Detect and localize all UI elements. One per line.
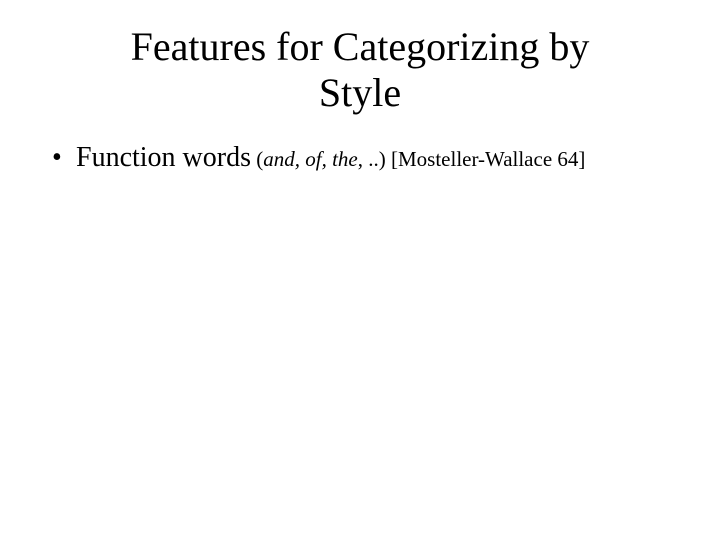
bullet-lead: Function words (76, 142, 251, 173)
bullet-item-1: Function words (and, of, the, ..) [Moste… (48, 140, 672, 175)
bullet-dots: , .. (358, 147, 379, 171)
slide: Features for Categorizing by Style Funct… (0, 0, 720, 540)
bullet-examples: and, of, the (263, 147, 358, 171)
bullet-citation: [Mosteller-Wallace 64] (391, 147, 585, 171)
paren-close: ) (379, 147, 391, 171)
title-line-2: Style (319, 70, 401, 115)
bullet-list: Function words (and, of, the, ..) [Moste… (48, 140, 672, 175)
slide-title: Features for Categorizing by Style (0, 0, 720, 116)
title-line-1: Features for Categorizing by (131, 24, 590, 69)
paren-open: ( (251, 147, 263, 171)
slide-body: Function words (and, of, the, ..) [Moste… (0, 116, 720, 175)
